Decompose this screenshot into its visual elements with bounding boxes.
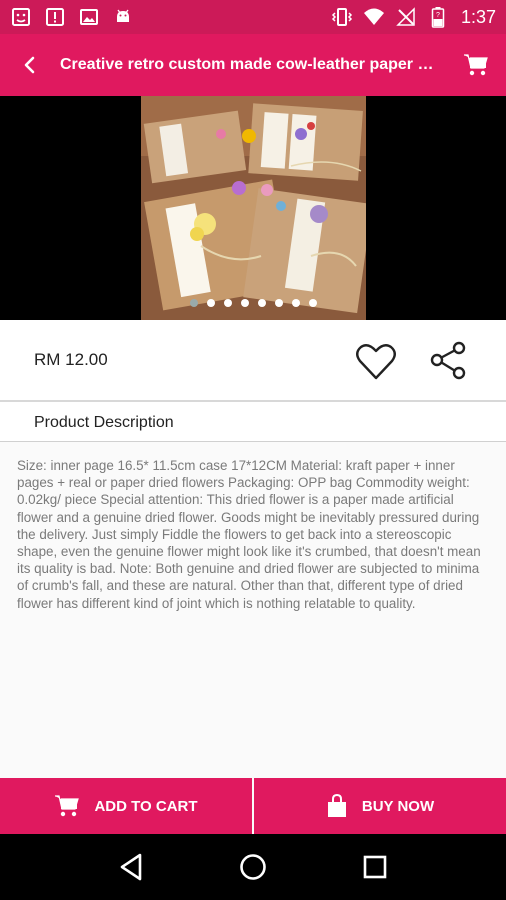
product-image-gallery[interactable] — [0, 96, 506, 320]
product-price: RM 12.00 — [34, 350, 108, 369]
pager-dot[interactable] — [206, 299, 215, 307]
divider — [0, 441, 506, 442]
pager-dot[interactable] — [189, 299, 198, 307]
cart-button[interactable] — [446, 34, 506, 96]
wifi-icon — [363, 6, 385, 28]
share-button[interactable] — [428, 340, 470, 382]
add-to-cart-button[interactable]: ADD TO CART — [0, 778, 252, 834]
favorite-button[interactable] — [355, 342, 397, 382]
app-bar: Creative retro custom made cow-leather p… — [0, 34, 506, 96]
heart-icon — [356, 344, 396, 380]
back-arrow-icon — [24, 56, 35, 74]
share-icon — [430, 341, 466, 380]
description-text: Size: inner page 16.5* 11.5cm case 17*12… — [17, 458, 481, 611]
page-title: Creative retro custom made cow-leather p… — [60, 56, 441, 73]
android-icon — [112, 6, 134, 28]
nav-home-icon — [240, 854, 266, 880]
svg-text:?: ? — [436, 12, 440, 19]
buy-now-label: BUY NOW — [361, 797, 435, 815]
product-detail-screen: ? 1:37 Creative retro custom made cow-le… — [0, 0, 506, 900]
action-bar: ADD TO CART BUY NOW — [0, 778, 506, 834]
system-nav-bar — [0, 834, 506, 900]
no-signal-icon — [395, 6, 417, 28]
nav-recents-icon — [363, 855, 387, 879]
add-to-cart-label: ADD TO CART — [94, 797, 198, 815]
price-row: RM 12.00 — [0, 320, 506, 401]
description-header: Product Description — [0, 402, 506, 442]
pager-dot[interactable] — [257, 299, 266, 307]
nav-back-icon — [120, 853, 142, 881]
vibrate-icon — [331, 6, 353, 28]
status-right-icons: ? 1:37 — [331, 6, 496, 28]
alert-icon — [44, 6, 66, 28]
status-bar: ? 1:37 — [0, 0, 506, 34]
screenshot-icon — [10, 6, 32, 28]
battery-icon: ? — [427, 6, 449, 28]
shopping-bag-icon — [327, 793, 346, 817]
pager-dot[interactable] — [240, 299, 249, 307]
pager-dot[interactable] — [223, 299, 232, 307]
gallery-pager — [0, 299, 506, 307]
status-left-icons — [10, 6, 134, 28]
pager-dot[interactable] — [308, 299, 317, 307]
buy-now-button[interactable]: BUY NOW — [254, 778, 506, 834]
cart-icon — [464, 54, 488, 76]
back-button[interactable] — [0, 34, 60, 96]
pager-dot[interactable] — [291, 299, 300, 307]
pager-dot[interactable] — [274, 299, 283, 307]
status-clock: 1:37 — [460, 6, 496, 27]
cart-icon — [55, 795, 80, 817]
image-icon — [78, 6, 100, 28]
description-title: Product Description — [34, 414, 174, 431]
nav-recents-button[interactable] — [345, 837, 405, 897]
nav-back-button[interactable] — [101, 837, 161, 897]
product-photo[interactable] — [141, 96, 366, 320]
nav-home-button[interactable] — [223, 837, 283, 897]
